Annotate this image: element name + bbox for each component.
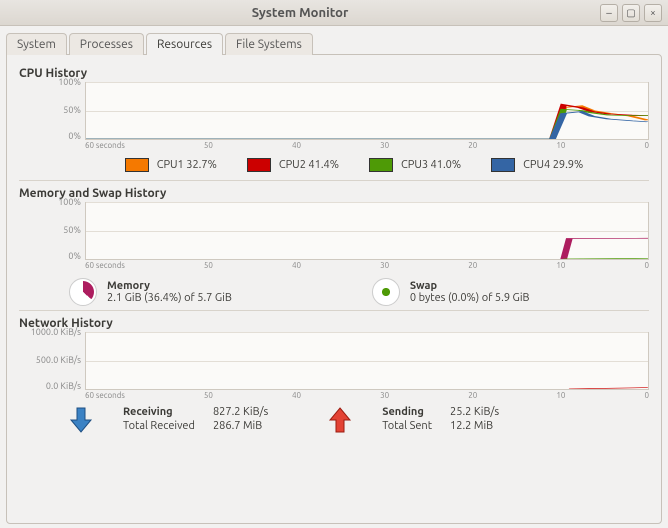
receiving-rate: 827.2 KiB/s bbox=[213, 406, 268, 418]
swap-label: Swap bbox=[410, 280, 530, 292]
network-history-title: Network History bbox=[19, 317, 649, 330]
memory-lines bbox=[86, 202, 648, 259]
swap-item[interactable]: Swap 0 bytes (0.0%) of 5.9 GiB bbox=[372, 278, 530, 306]
memory-label: Memory bbox=[107, 280, 232, 292]
cpu2-legend[interactable]: CPU2 41.4% bbox=[247, 158, 339, 172]
network-chart: 1000.0 KiB/s 500.0 KiB/s 0.0 KiB/s 60 se… bbox=[19, 332, 649, 400]
network-x-axis: 60 seconds 50 40 30 20 10 0 bbox=[85, 390, 649, 400]
cpu4-swatch bbox=[491, 158, 515, 172]
total-sent-label: Total Sent bbox=[382, 420, 432, 432]
network-lines bbox=[86, 332, 648, 389]
sending-label: Sending bbox=[382, 406, 432, 418]
cpu-history-title: CPU History bbox=[19, 67, 649, 80]
close-icon: × bbox=[650, 7, 656, 18]
cpu-lines bbox=[86, 82, 648, 139]
download-arrow-icon bbox=[69, 406, 93, 434]
upload-arrow-icon bbox=[328, 406, 352, 434]
window-controls: ‒ ▢ × bbox=[600, 4, 662, 22]
cpu2-swatch bbox=[247, 158, 271, 172]
network-chart-area bbox=[85, 332, 649, 390]
receiving-label: Receiving bbox=[123, 406, 195, 418]
cpu-x-axis: 60 seconds 50 40 30 20 10 0 bbox=[85, 140, 649, 150]
resources-panel: CPU History 100% 50% 0% 60 seconds 50 40… bbox=[6, 54, 662, 524]
memory-chart: 100% 50% 0% 60 seconds 50 40 30 20 10 0 bbox=[19, 202, 649, 270]
total-sent-value: 12.2 MiB bbox=[450, 420, 499, 432]
tab-processes[interactable]: Processes bbox=[69, 33, 144, 55]
cpu-legend: CPU1 32.7% CPU2 41.4% CPU3 41.0% CPU4 29… bbox=[59, 158, 649, 172]
divider-2 bbox=[19, 310, 649, 311]
memory-summary: Memory 2.1 GiB (36.4%) of 5.7 GiB Swap 0… bbox=[69, 278, 649, 306]
minimize-button[interactable]: ‒ bbox=[600, 4, 618, 22]
cpu-chart: 100% 50% 0% 60 seconds 50 40 30 20 10 0 bbox=[19, 82, 649, 150]
minimize-icon: ‒ bbox=[606, 7, 612, 19]
tab-resources[interactable]: Resources bbox=[146, 33, 223, 55]
swap-value: 0 bytes (0.0%) of 5.9 GiB bbox=[410, 292, 530, 304]
close-button[interactable]: × bbox=[644, 4, 662, 22]
memory-chart-area bbox=[85, 202, 649, 260]
cpu1-legend[interactable]: CPU1 32.7% bbox=[125, 158, 217, 172]
total-received-value: 286.7 MiB bbox=[213, 420, 268, 432]
memory-pie-icon bbox=[69, 278, 97, 306]
swap-pie-icon bbox=[372, 278, 400, 306]
cpu3-legend[interactable]: CPU3 41.0% bbox=[369, 158, 461, 172]
maximize-button[interactable]: ▢ bbox=[622, 4, 640, 22]
sending-stats: Sending 25.2 KiB/s Total Sent 12.2 MiB bbox=[382, 406, 499, 432]
memory-value: 2.1 GiB (36.4%) of 5.7 GiB bbox=[107, 292, 232, 304]
network-summary: Receiving 827.2 KiB/s Total Received 286… bbox=[69, 406, 649, 434]
maximize-icon: ▢ bbox=[626, 7, 635, 19]
cpu4-legend[interactable]: CPU4 29.9% bbox=[491, 158, 583, 172]
receiving-stats: Receiving 827.2 KiB/s Total Received 286… bbox=[123, 406, 268, 432]
cpu-chart-area bbox=[85, 82, 649, 140]
sending-rate: 25.2 KiB/s bbox=[450, 406, 499, 418]
memory-history-title: Memory and Swap History bbox=[19, 187, 649, 200]
window-title: System Monitor bbox=[0, 6, 600, 20]
cpu1-swatch bbox=[125, 158, 149, 172]
memory-item[interactable]: Memory 2.1 GiB (36.4%) of 5.7 GiB bbox=[69, 278, 232, 306]
divider-1 bbox=[19, 180, 649, 181]
cpu3-swatch bbox=[369, 158, 393, 172]
titlebar: System Monitor ‒ ▢ × bbox=[0, 0, 668, 26]
tab-bar: System Processes Resources File Systems bbox=[0, 26, 668, 54]
tab-filesystems[interactable]: File Systems bbox=[225, 33, 313, 55]
total-received-label: Total Received bbox=[123, 420, 195, 432]
tab-system[interactable]: System bbox=[6, 33, 67, 55]
memory-x-axis: 60 seconds 50 40 30 20 10 0 bbox=[85, 260, 649, 270]
